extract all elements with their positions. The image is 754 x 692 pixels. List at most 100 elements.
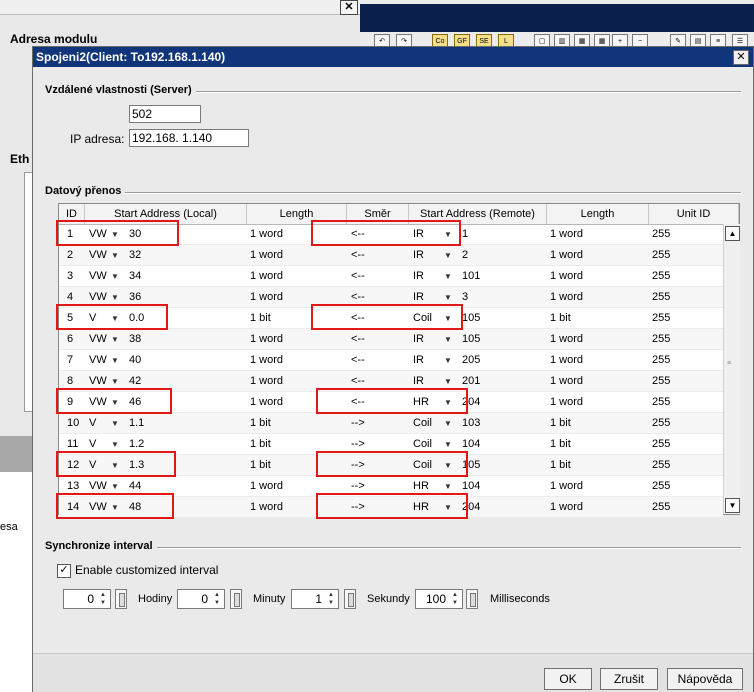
cell-remote-type[interactable]: IR [413,371,424,392]
cell-local-type[interactable]: VW [89,476,107,497]
table-row[interactable]: 2 VW 32 1 word <-- IR 2 1 word 255 ▼ ▼ [59,245,723,266]
cell-local-type[interactable]: VW [89,245,107,266]
milliseconds-slider[interactable] [466,589,478,609]
cell-remote-type[interactable]: IR [413,224,424,245]
dropdown-arrow-icon[interactable]: ▼ [111,371,119,392]
dropdown-arrow-icon[interactable]: ▼ [444,455,452,476]
cell-remote-type[interactable]: IR [413,245,424,266]
cell-remote-type[interactable]: HR [413,476,429,497]
dropdown-arrow-icon[interactable]: ▼ [111,329,119,350]
col-header-id[interactable]: ID [59,204,85,224]
scroll-down-icon[interactable]: ▼ [725,498,740,513]
minutes-stepper[interactable]: 0 ▲ ▼ [177,589,225,609]
cell-local-type[interactable]: VW [89,350,107,371]
cancel-button[interactable]: Zrušit [600,668,658,690]
scroll-up-icon[interactable]: ▲ [725,226,740,241]
dropdown-arrow-icon[interactable]: ▼ [444,392,452,413]
table-row[interactable]: 14 VW 48 1 word --> HR 204 1 word 255 ▼ ▼ [59,497,723,518]
col-header-length[interactable]: Length [247,204,347,224]
col-header-remote-address[interactable]: Start Address (Remote) [409,204,547,224]
ip-address-input[interactable]: 192.168. 1.140 [129,129,249,147]
hours-stepper[interactable]: 0 ▲ ▼ [63,589,111,609]
col-header-local-address[interactable]: Start Address (Local) [85,204,247,224]
dropdown-arrow-icon[interactable]: ▼ [444,497,452,518]
cell-local-type[interactable]: VW [89,329,107,350]
table-row[interactable]: 6 VW 38 1 word <-- IR 105 1 word 255 ▼ ▼ [59,329,723,350]
table-row[interactable]: 5 V 0.0 1 bit <-- Coil 105 1 bit 255 ▼ ▼ [59,308,723,329]
table-row[interactable]: 13 VW 44 1 word --> HR 104 1 word 255 ▼ ▼ [59,476,723,497]
stepper-arrows-icon[interactable]: ▲ ▼ [449,591,461,607]
enable-interval-checkbox[interactable]: ✓ [57,564,71,578]
dropdown-arrow-icon[interactable]: ▼ [111,287,119,308]
background-close-icon[interactable]: ✕ [340,0,358,15]
table-row[interactable]: 1 VW 30 1 word <-- IR 1 1 word 255 ▼ ▼ [59,224,723,245]
table-row[interactable]: 3 VW 34 1 word <-- IR 101 1 word 255 ▼ ▼ [59,266,723,287]
table-row[interactable]: 11 V 1.2 1 bit --> Coil 104 1 bit 255 ▼ ▼ [59,434,723,455]
dropdown-arrow-icon[interactable]: ▼ [444,224,452,245]
hours-slider[interactable] [115,589,127,609]
dropdown-arrow-icon[interactable]: ▼ [444,329,452,350]
cell-local-type[interactable]: V [89,434,96,455]
cell-local-type[interactable]: VW [89,287,107,308]
dropdown-arrow-icon[interactable]: ▼ [444,308,452,329]
cell-local-type[interactable]: V [89,413,96,434]
cell-local-type[interactable]: VW [89,497,107,518]
dropdown-arrow-icon[interactable]: ▼ [444,434,452,455]
help-button[interactable]: Nápověda [667,668,743,690]
dropdown-arrow-icon[interactable]: ▼ [444,476,452,497]
table-row[interactable]: 10 V 1.1 1 bit --> Coil 103 1 bit 255 ▼ ▼ [59,413,723,434]
dropdown-arrow-icon[interactable]: ▼ [111,266,119,287]
dropdown-arrow-icon[interactable]: ▼ [444,287,452,308]
cell-remote-type[interactable]: IR [413,287,424,308]
table-scrollbar[interactable]: ▲ ≡ ▼ [723,224,740,514]
dropdown-arrow-icon[interactable]: ▼ [111,434,119,455]
cell-local-type[interactable]: V [89,308,96,329]
dropdown-arrow-icon[interactable]: ▼ [111,413,119,434]
cell-remote-type[interactable]: IR [413,266,424,287]
seconds-slider[interactable] [344,589,356,609]
dropdown-arrow-icon[interactable]: ▼ [111,224,119,245]
milliseconds-stepper[interactable]: 100 ▲ ▼ [415,589,463,609]
cell-remote-type[interactable]: Coil [413,308,432,329]
cell-remote-type[interactable]: IR [413,329,424,350]
dropdown-arrow-icon[interactable]: ▼ [111,308,119,329]
cell-remote-type[interactable]: IR [413,350,424,371]
table-row[interactable]: 9 VW 46 1 word <-- HR 204 1 word 255 ▼ ▼ [59,392,723,413]
close-icon[interactable]: ✕ [733,50,749,65]
cell-local-type[interactable]: VW [89,266,107,287]
col-header-unit-id[interactable]: Unit ID [649,204,739,224]
dropdown-arrow-icon[interactable]: ▼ [111,497,119,518]
cell-local-type[interactable]: VW [89,371,107,392]
dropdown-arrow-icon[interactable]: ▼ [111,476,119,497]
cell-local-type[interactable]: VW [89,224,107,245]
seconds-stepper[interactable]: 1 ▲ ▼ [291,589,339,609]
scroll-grip-icon[interactable]: ≡ [727,360,736,367]
dropdown-arrow-icon[interactable]: ▼ [444,245,452,266]
ok-button[interactable]: OK [544,668,592,690]
slider-knob[interactable] [348,593,354,607]
stepper-arrows-icon[interactable]: ▲ ▼ [97,591,109,607]
port-input[interactable]: 502 [129,105,201,123]
cell-remote-type[interactable]: Coil [413,455,432,476]
slider-knob[interactable] [470,593,476,607]
stepper-arrows-icon[interactable]: ▲ ▼ [325,591,337,607]
dropdown-arrow-icon[interactable]: ▼ [111,455,119,476]
cell-remote-type[interactable]: HR [413,392,429,413]
table-row[interactable]: 12 V 1.3 1 bit --> Coil 105 1 bit 255 ▼ ▼ [59,455,723,476]
cell-remote-type[interactable]: Coil [413,434,432,455]
dropdown-arrow-icon[interactable]: ▼ [444,266,452,287]
col-header-remote-length[interactable]: Length [547,204,649,224]
dropdown-arrow-icon[interactable]: ▼ [444,413,452,434]
dropdown-arrow-icon[interactable]: ▼ [111,392,119,413]
dropdown-arrow-icon[interactable]: ▼ [444,350,452,371]
cell-local-type[interactable]: VW [89,392,107,413]
dropdown-arrow-icon[interactable]: ▼ [111,350,119,371]
dropdown-arrow-icon[interactable]: ▼ [111,245,119,266]
table-row[interactable]: 4 VW 36 1 word <-- IR 3 1 word 255 ▼ ▼ [59,287,723,308]
minutes-slider[interactable] [230,589,242,609]
table-row[interactable]: 8 VW 42 1 word <-- IR 201 1 word 255 ▼ ▼ [59,371,723,392]
stepper-arrows-icon[interactable]: ▲ ▼ [211,591,223,607]
col-header-direction[interactable]: Směr [347,204,409,224]
cell-remote-type[interactable]: Coil [413,413,432,434]
cell-local-type[interactable]: V [89,455,96,476]
